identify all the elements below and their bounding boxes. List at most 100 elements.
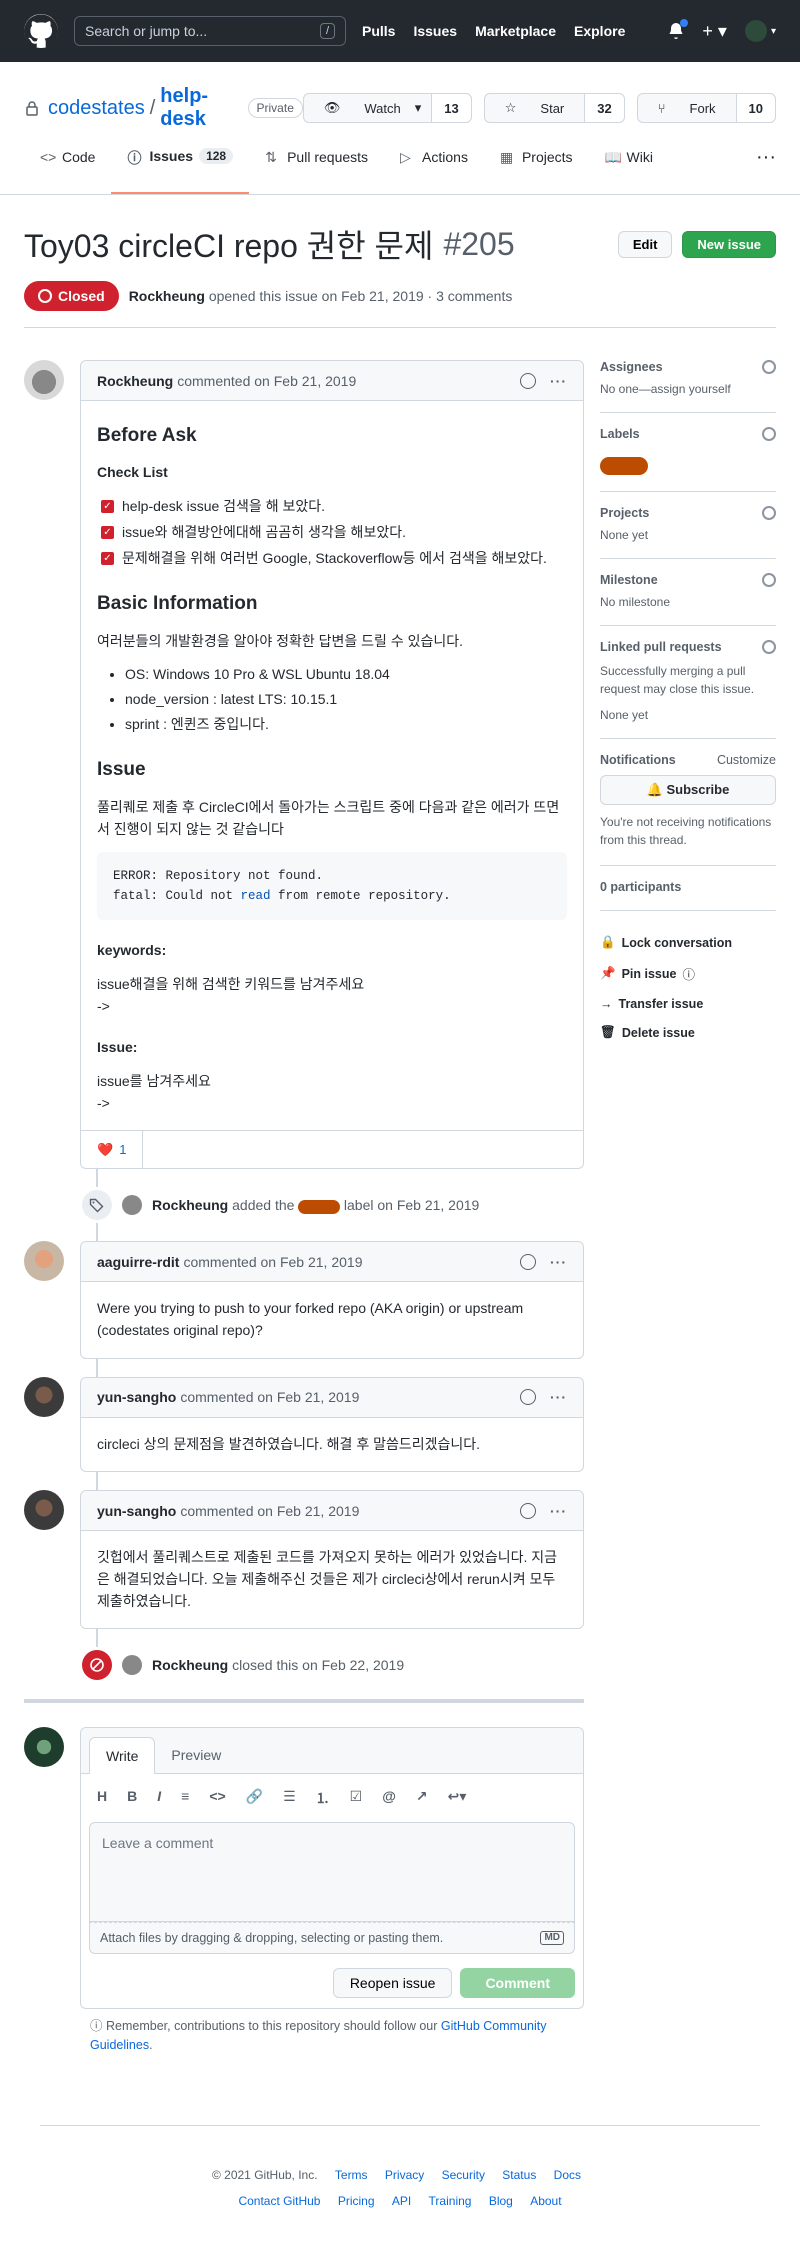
reply-icon[interactable]: ↩▾ [448,1788,467,1808]
bulleted-list-icon[interactable]: ☰ [283,1788,296,1808]
footer-link-status[interactable]: Status [502,2168,536,2182]
kebab-menu-icon[interactable]: ··· [550,1503,567,1519]
edit-button[interactable]: Edit [617,230,673,258]
footer-link-privacy[interactable]: Privacy [385,2168,424,2182]
footer-link-terms[interactable]: Terms [335,2168,368,2182]
avatar[interactable] [122,1195,142,1216]
gear-icon[interactable] [762,427,776,441]
more-tabs-icon[interactable]: ··· [756,136,776,194]
comment-author[interactable]: aaguirre-rdit [97,1254,179,1270]
avatar[interactable] [24,1490,64,1531]
gear-icon[interactable] [762,360,776,374]
label-badge[interactable]: issue [298,1199,340,1214]
reopen-issue-button[interactable]: Reopen issue [332,1968,453,1999]
comment-author[interactable]: Rockheung [97,373,173,389]
tab-projects[interactable]: ▦ Projects [484,136,589,194]
gear-icon[interactable] [762,573,776,587]
github-logo-icon[interactable] [24,14,58,48]
site-footer: © 2021 GitHub, Inc. Terms Privacy Securi… [40,2124,760,2214]
footer-link-pricing[interactable]: Pricing [338,2194,375,2208]
add-reaction-icon[interactable] [520,1502,536,1519]
search-input[interactable]: Search or jump to... / [74,16,346,46]
code-icon[interactable]: <> [209,1788,225,1808]
footer-link-api[interactable]: API [392,2194,411,2208]
repo-header: codestates / help-desk Private 👁 Watch ▾ … [0,62,800,195]
watch-button[interactable]: 👁 Watch ▾ 13 [302,93,472,123]
tab-wiki[interactable]: 📖 Wiki [589,136,669,194]
avatar[interactable] [122,1655,142,1676]
star-count[interactable]: 32 [584,94,624,122]
assign-yourself-link[interactable]: No one—assign yourself [600,382,776,396]
comment-author[interactable]: yun-sangho [97,1503,176,1519]
event-actor[interactable]: Rockheung [152,1657,228,1673]
footer-link-security[interactable]: Security [442,2168,485,2182]
footer-link-docs[interactable]: Docs [554,2168,581,2182]
tab-issues[interactable]: ⓘ Issues 128 [111,136,250,194]
kebab-menu-icon[interactable]: ··· [550,373,567,389]
kebab-menu-icon[interactable]: ··· [550,1389,567,1405]
tab-code[interactable]: <> Code [24,136,111,194]
customize-link[interactable]: Customize [717,753,776,767]
tab-pull-requests[interactable]: ⇅ Pull requests [249,136,384,194]
gear-icon[interactable] [762,640,776,654]
avatar[interactable] [24,1241,64,1282]
repo-owner-link[interactable]: codestates [48,97,145,120]
comment-time[interactable]: commented on Feb 21, 2019 [180,1503,359,1519]
issue-state-row: Closed Rockheung opened this issue on Fe… [24,281,776,328]
comment-button[interactable]: Comment [460,1968,575,1999]
comment-time[interactable]: commented on Feb 21, 2019 [177,373,356,389]
markdown-icon[interactable]: MD [540,1931,564,1946]
footer-link-about[interactable]: About [530,2194,561,2208]
lock-conversation-button[interactable]: 🔒 Lock conversation [600,935,776,950]
avatar[interactable] [24,1727,64,1768]
delete-issue-button[interactable]: 🗑 Delete issue [600,1025,776,1040]
fork-button[interactable]: ⑂ Fork 10 [636,93,776,123]
tab-write[interactable]: Write [89,1737,156,1775]
event-actor[interactable]: Rockheung [152,1197,228,1213]
avatar[interactable] [24,1376,64,1417]
add-reaction-icon[interactable] [520,372,536,389]
subscribe-button[interactable]: 🔔 Subscribe [600,775,776,805]
tab-preview[interactable]: Preview [155,1737,237,1773]
bold-icon[interactable]: B [127,1788,137,1808]
add-reaction-icon[interactable] [520,1253,536,1270]
gear-icon[interactable] [762,506,776,520]
heading-icon[interactable]: H [97,1788,107,1808]
tab-actions[interactable]: ▷ Actions [384,136,484,194]
heart-reaction-button[interactable]: ❤️ 1 [97,1142,126,1158]
comment-time[interactable]: commented on Feb 21, 2019 [183,1254,362,1270]
add-reaction-icon[interactable] [520,1389,536,1406]
user-menu[interactable]: ▾ [744,20,776,42]
issue-author-link[interactable]: Rockheung [129,288,205,304]
new-issue-button[interactable]: New issue [682,230,776,258]
numbered-list-icon[interactable]: ⒈ [316,1788,330,1808]
link-icon[interactable]: 🔗 [246,1788,263,1808]
repo-name-link[interactable]: help-desk [160,85,237,131]
watch-count[interactable]: 13 [431,94,471,122]
footer-link-blog[interactable]: Blog [489,2194,513,2208]
kebab-menu-icon[interactable]: ··· [550,1254,567,1270]
notifications-bell-icon[interactable] [668,19,689,39]
nav-pulls[interactable]: Pulls [362,23,395,39]
transfer-issue-button[interactable]: → Transfer issue [600,997,776,1011]
comment-author[interactable]: yun-sangho [97,1389,176,1405]
cross-reference-icon[interactable]: ↗ [416,1788,428,1808]
footer-link-training[interactable]: Training [429,2194,472,2208]
attach-files-area[interactable]: Attach files by dragging & dropping, sel… [89,1922,575,1955]
footer-link-contact[interactable]: Contact GitHub [238,2194,320,2208]
star-button[interactable]: ☆ Star 32 [483,93,625,123]
nav-explore[interactable]: Explore [574,23,625,39]
comment-time[interactable]: commented on Feb 21, 2019 [180,1389,359,1405]
pin-issue-button[interactable]: 📌 Pin issue ⓘ [600,964,776,983]
quote-icon[interactable]: ≡ [181,1788,189,1808]
create-new-plus-icon[interactable]: + ▾ [702,21,727,42]
label-badge[interactable]: issue [600,457,649,475]
task-list-icon[interactable]: ☑ [350,1788,363,1808]
nav-marketplace[interactable]: Marketplace [475,23,556,39]
avatar[interactable] [24,360,64,400]
nav-issues[interactable]: Issues [413,23,457,39]
mention-icon[interactable]: @ [382,1788,396,1808]
italic-icon[interactable]: I [157,1788,161,1808]
fork-count[interactable]: 10 [735,94,775,122]
comment-textarea[interactable]: Leave a comment [89,1822,575,1923]
